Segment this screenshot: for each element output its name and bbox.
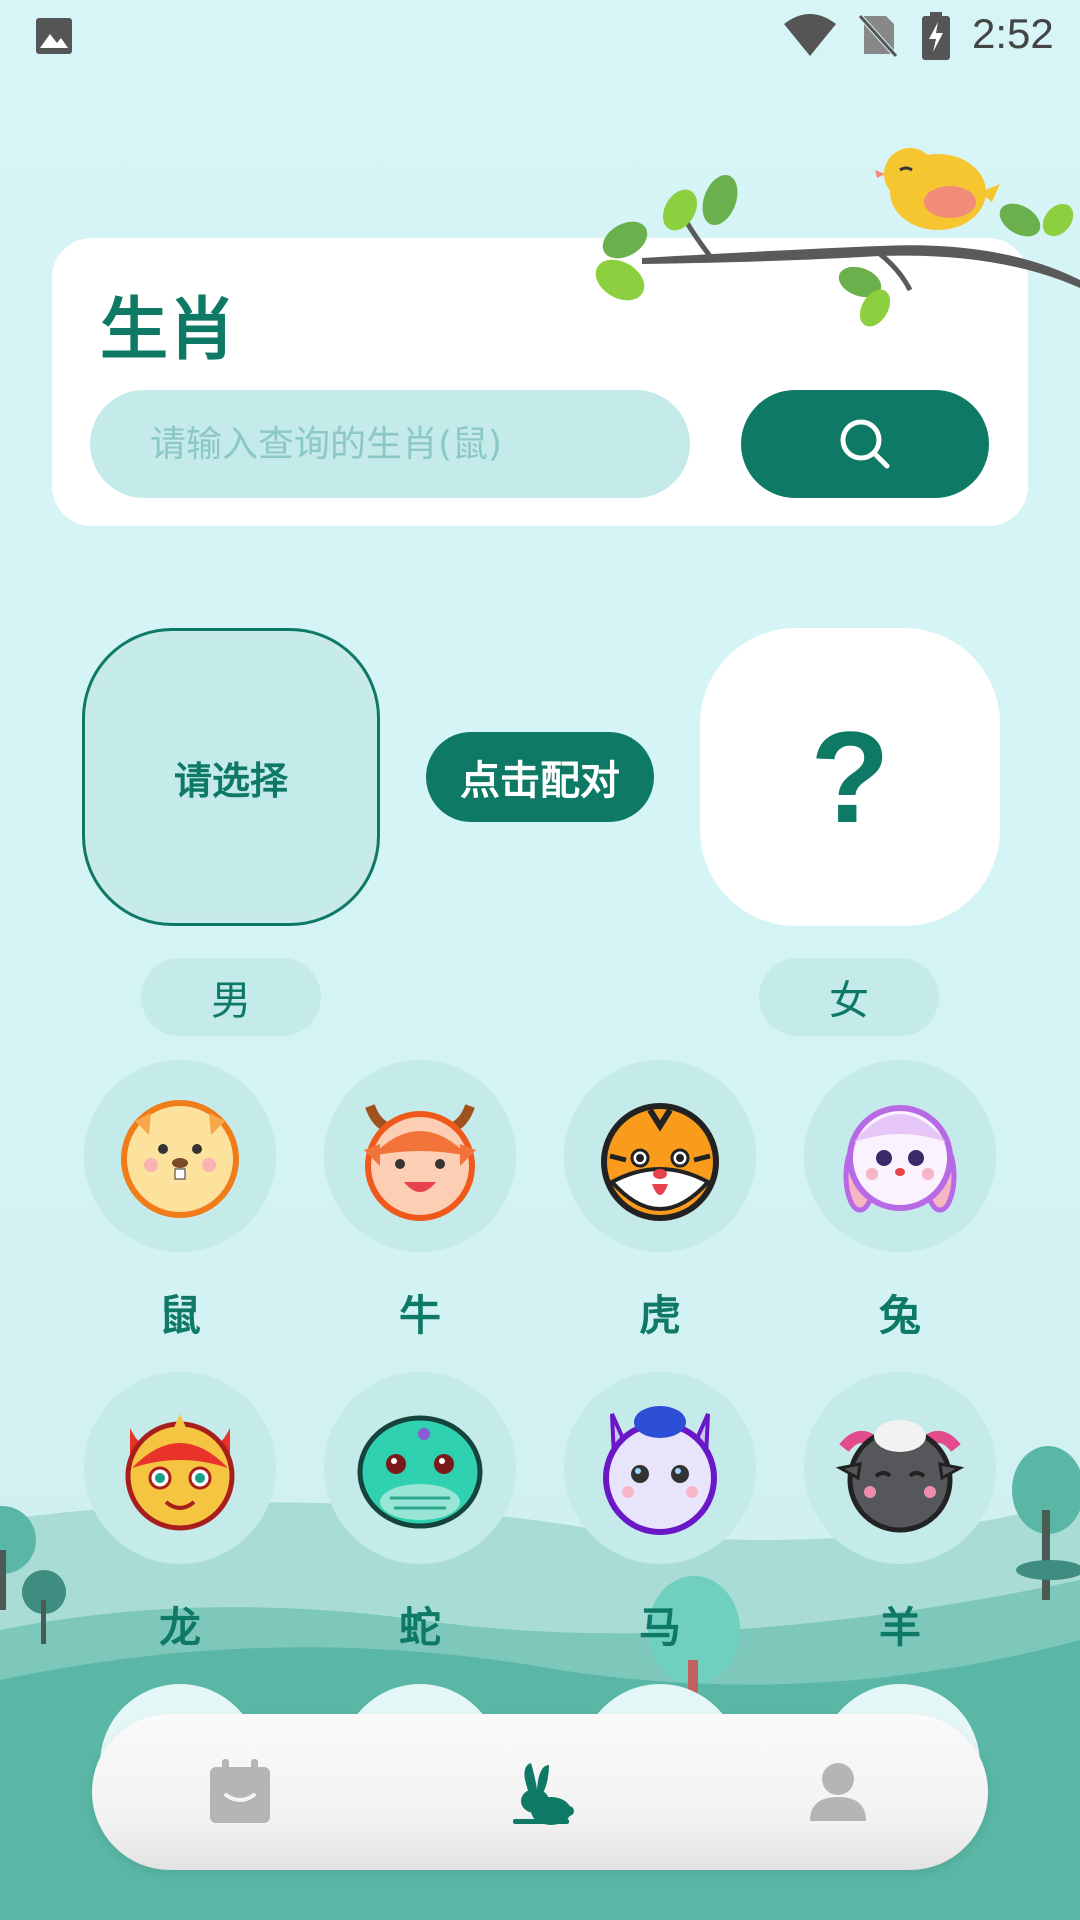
zodiac-select-box[interactable]: 请选择	[82, 628, 380, 926]
search-icon	[840, 419, 890, 469]
battery-charging-icon	[922, 12, 950, 60]
zodiac-name: 马	[638, 1603, 681, 1652]
nav-zodiac[interactable]	[500, 1754, 580, 1830]
select-label: 请选择	[173, 758, 288, 803]
rabbit-icon	[513, 1763, 574, 1825]
zodiac-circle	[324, 1372, 516, 1564]
no-sim-icon	[858, 14, 898, 58]
zodiac-circle	[84, 1060, 276, 1252]
zodiac-tiger[interactable]: 虎	[564, 1060, 756, 1360]
status-bar: 2:52	[0, 0, 1080, 80]
dragon-icon	[125, 1414, 235, 1531]
zodiac-name: 龙	[158, 1603, 201, 1652]
bottom-nav	[92, 1714, 988, 1870]
zodiac-rabbit[interactable]: 兔	[804, 1060, 996, 1360]
wifi-icon	[784, 14, 836, 56]
status-time: 2:52	[972, 10, 1054, 57]
zodiac-name: 羊	[878, 1603, 921, 1652]
zodiac-circle	[324, 1060, 516, 1252]
branch-bird-illustration	[595, 148, 1080, 327]
goat-icon	[835, 1420, 965, 1533]
zodiac-name: 牛	[398, 1291, 441, 1340]
zodiac-name: 鼠	[158, 1291, 201, 1340]
zodiac-name: 兔	[878, 1291, 921, 1340]
search-input[interactable]	[90, 390, 690, 498]
snake-icon	[357, 1415, 483, 1529]
gallery-icon	[36, 18, 72, 54]
zodiac-circle	[804, 1372, 996, 1564]
page-title: 生肖	[100, 291, 237, 370]
zodiac-snake[interactable]: 蛇	[324, 1372, 516, 1672]
zodiac-rat[interactable]: 鼠	[84, 1060, 276, 1360]
rabbit-face-icon	[843, 1105, 957, 1213]
zodiac-circle	[804, 1060, 996, 1252]
zodiac-horse[interactable]: 马	[564, 1372, 756, 1672]
match-button[interactable]: 点击配对	[426, 732, 654, 822]
ox-icon	[364, 1104, 476, 1221]
zodiac-name: 虎	[638, 1291, 681, 1340]
nav-calendar[interactable]	[200, 1754, 280, 1830]
male-label: 男	[141, 958, 321, 1036]
result-placeholder: ?	[810, 704, 890, 850]
match-result-box[interactable]: ?	[700, 628, 1000, 926]
female-label: 女	[759, 958, 939, 1036]
search-button[interactable]	[741, 390, 989, 498]
nav-profile[interactable]	[798, 1754, 878, 1830]
user-icon	[810, 1763, 866, 1821]
tiger-icon	[601, 1103, 719, 1221]
horse-icon	[603, 1406, 717, 1535]
calendar-icon	[210, 1759, 270, 1823]
zodiac-name: 蛇	[398, 1603, 441, 1652]
zodiac-dragon[interactable]: 龙	[84, 1372, 276, 1672]
zodiac-circle	[564, 1372, 756, 1564]
zodiac-goat[interactable]: 羊	[804, 1372, 996, 1672]
zodiac-circle	[84, 1372, 276, 1564]
rat-icon	[121, 1100, 239, 1218]
zodiac-ox[interactable]: 牛	[324, 1060, 516, 1360]
zodiac-circle	[564, 1060, 756, 1252]
